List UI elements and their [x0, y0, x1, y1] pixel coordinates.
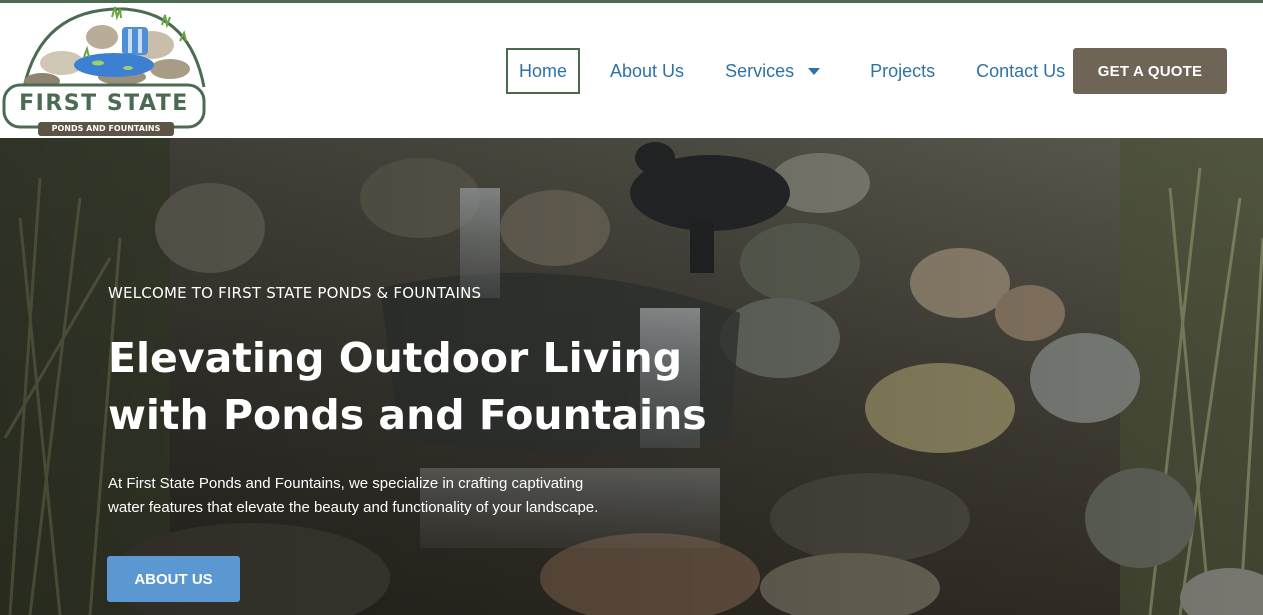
logo-subtitle: PONDS AND FOUNTAINS — [38, 122, 174, 136]
main-nav: Home About Us Services Projects Contact … — [506, 48, 1065, 94]
nav-projects[interactable]: Projects — [870, 48, 935, 94]
hero-eyebrow: WELCOME TO FIRST STATE PONDS & FOUNTAINS — [108, 284, 482, 302]
nav-services[interactable]: Services — [725, 48, 821, 94]
logo-title: FIRST STATE — [19, 91, 189, 116]
hero-description: At First State Ponds and Fountains, we s… — [108, 472, 668, 520]
nav-services-label: Services — [725, 60, 795, 81]
nav-about-us[interactable]: About Us — [610, 48, 684, 94]
hero-description-line1: At First State Ponds and Fountains, we s… — [108, 475, 584, 492]
chevron-down-icon[interactable] — [808, 67, 821, 75]
site-header: FIRST STATE PONDS AND FOUNTAINS Home Abo… — [0, 3, 1263, 138]
hero-headline-line2: with Ponds and Fountains — [108, 391, 707, 439]
hero-headline-line1: Elevating Outdoor Living — [108, 334, 683, 382]
about-us-button[interactable]: ABOUT US — [107, 556, 240, 602]
pond-logo-icon — [2, 6, 206, 129]
get-a-quote-button[interactable]: GET A QUOTE — [1073, 48, 1227, 94]
hero-headline: Elevating Outdoor Living with Ponds and … — [108, 330, 728, 444]
nav-home[interactable]: Home — [506, 48, 581, 94]
nav-contact-us[interactable]: Contact Us — [976, 48, 1065, 94]
site-logo[interactable]: FIRST STATE PONDS AND FOUNTAINS — [2, 5, 206, 137]
hero-description-line2: water features that elevate the beauty a… — [108, 499, 599, 516]
hero-section: WELCOME TO FIRST STATE PONDS & FOUNTAINS… — [0, 138, 1263, 615]
